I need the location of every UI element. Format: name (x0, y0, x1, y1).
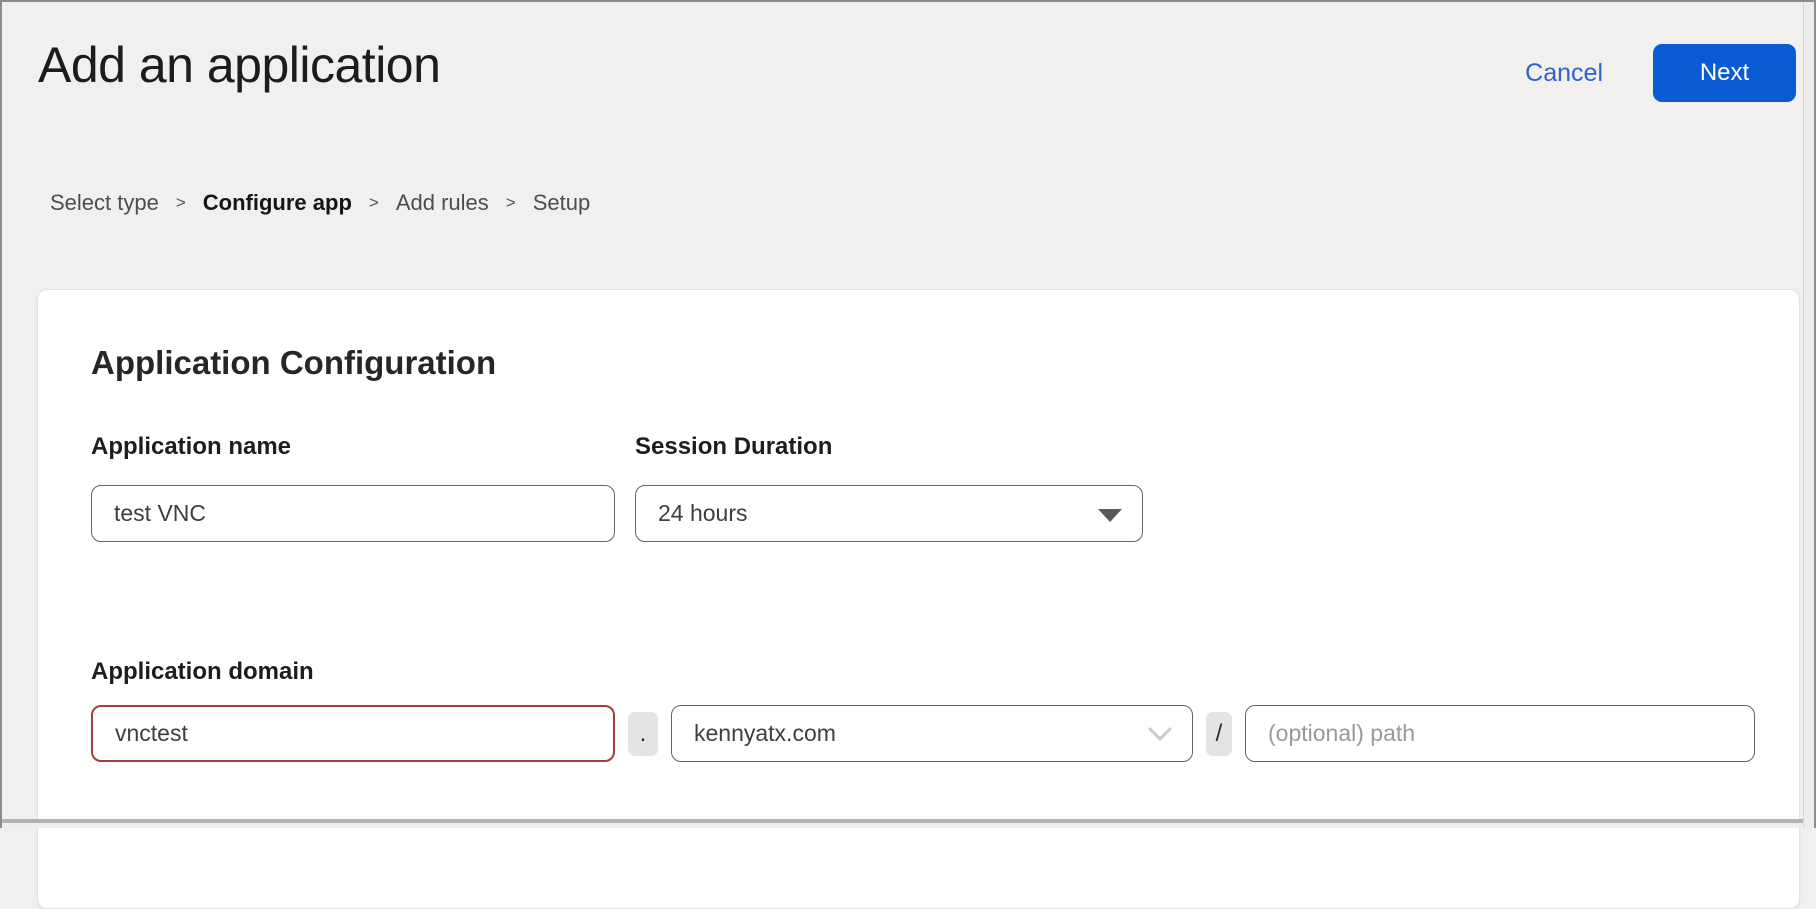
breadcrumb-step-select-type[interactable]: Select type (50, 190, 159, 216)
scrollbar[interactable] (1803, 2, 1814, 828)
application-domain-row: . kennyatx.com / (91, 705, 1799, 762)
chevron-down-icon (1148, 726, 1172, 742)
breadcrumb: Select type > Configure app > Add rules … (50, 190, 590, 216)
breadcrumb-step-configure-app[interactable]: Configure app (203, 190, 352, 216)
application-domain-label: Application domain (91, 657, 1799, 686)
subdomain-input[interactable] (91, 705, 615, 762)
domain-select[interactable]: kennyatx.com (671, 705, 1193, 762)
application-name-label: Application name (91, 432, 615, 461)
configuration-card: Application Configuration Application na… (37, 289, 1800, 909)
application-name-field: Application name (91, 432, 615, 542)
session-duration-field: Session Duration 24 hours (635, 432, 1143, 542)
cancel-button[interactable]: Cancel (1525, 59, 1603, 88)
caret-down-icon (1098, 509, 1122, 522)
breadcrumb-separator: > (506, 193, 516, 213)
page-title: Add an application (38, 36, 440, 94)
breadcrumb-step-setup[interactable]: Setup (533, 190, 591, 216)
name-session-row: Application name Session Duration 24 hou… (91, 432, 1799, 542)
path-input[interactable] (1245, 705, 1755, 762)
window: { "header": { "title": "Add an applicati… (0, 0, 1816, 828)
section-heading: Application Configuration (91, 346, 1799, 379)
session-duration-value: 24 hours (658, 500, 748, 527)
breadcrumb-separator: > (176, 193, 186, 213)
header-actions: Cancel Next (1525, 44, 1796, 102)
breadcrumb-step-add-rules[interactable]: Add rules (396, 190, 489, 216)
application-name-input[interactable] (91, 485, 615, 542)
breadcrumb-separator: > (369, 193, 379, 213)
next-button[interactable]: Next (1653, 44, 1796, 102)
session-duration-label: Session Duration (635, 432, 1143, 461)
domain-select-value: kennyatx.com (694, 720, 836, 747)
dot-separator: . (628, 712, 658, 756)
window-bottom-frame (2, 819, 1814, 828)
slash-separator: / (1206, 712, 1232, 756)
session-duration-select[interactable]: 24 hours (635, 485, 1143, 542)
